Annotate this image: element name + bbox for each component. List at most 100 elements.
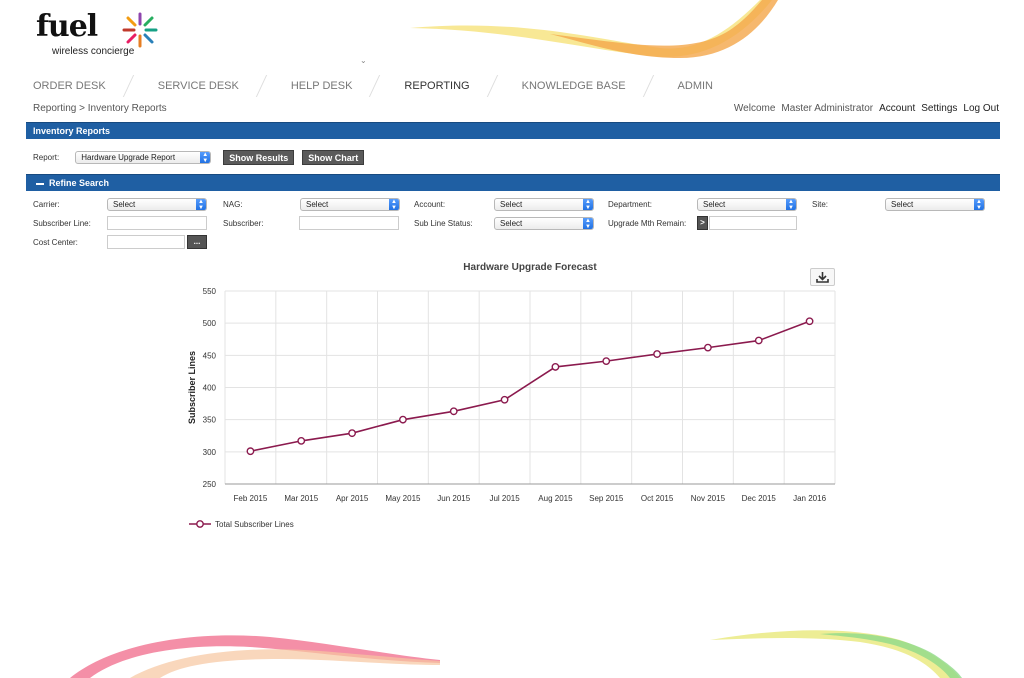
account-select-value: Select xyxy=(500,200,523,209)
site-select-value: Select xyxy=(891,200,914,209)
legend-label: Total Subscriber Lines xyxy=(215,520,294,529)
user-bar: Welcome Master Administrator Account Set… xyxy=(734,103,999,114)
account-select[interactable]: Select ▲ ▼ xyxy=(494,198,594,211)
cost-center-label: Cost Center: xyxy=(33,238,78,247)
select-arrows-icon: ▲ ▼ xyxy=(200,152,211,163)
nav-reporting[interactable]: REPORTING xyxy=(397,80,491,92)
data-point xyxy=(246,447,255,456)
y-tick-label: 250 xyxy=(203,480,217,489)
subscriber-input[interactable] xyxy=(299,216,399,230)
x-tick-label: Feb 2015 xyxy=(234,494,268,503)
site-label: Site: xyxy=(812,200,829,209)
data-point xyxy=(500,395,509,404)
subscriber-label: Subscriber: xyxy=(223,219,264,228)
site-select[interactable]: Select ▲ ▼ xyxy=(885,198,985,211)
select-arrows-icon: ▲ ▼ xyxy=(786,199,796,210)
fuel-logo[interactable]: fuel wireless concierge xyxy=(30,10,165,60)
x-tick-label: Apr 2015 xyxy=(336,494,369,503)
sub-line-status-label: Sub Line Status: xyxy=(414,219,473,228)
upgrade-mth-remain-input[interactable] xyxy=(709,216,797,230)
report-select-value: Hardware Upgrade Report xyxy=(81,153,176,162)
report-selector-row: Report: Hardware Upgrade Report ▲ ▼ Show … xyxy=(33,150,365,165)
data-point xyxy=(551,363,560,371)
select-arrows-icon: ▲ ▼ xyxy=(389,199,399,210)
data-point xyxy=(754,336,763,345)
select-arrows-icon: ▲ ▼ xyxy=(974,199,984,210)
y-tick-label: 550 xyxy=(203,287,217,296)
data-point xyxy=(653,350,661,358)
x-tick-label: May 2015 xyxy=(385,494,421,503)
subscriber-line-label: Subscriber Line: xyxy=(33,219,91,228)
user-name: Master Administrator xyxy=(781,103,874,114)
y-tick-label: 350 xyxy=(203,416,217,425)
data-point xyxy=(704,343,712,352)
breadcrumb: Reporting > Inventory Reports xyxy=(33,103,167,114)
x-tick-label: Dec 2015 xyxy=(742,494,777,503)
data-point xyxy=(602,357,611,366)
nav-help-desk[interactable]: HELP DESK xyxy=(284,80,375,92)
upgrade-mth-remain-label: Upgrade Mth Remain: xyxy=(608,219,687,228)
y-tick-label: 300 xyxy=(203,448,217,457)
nav-order-desk[interactable]: ORDER DESK xyxy=(26,80,128,92)
chart-title: Hardware Upgrade Forecast xyxy=(463,262,597,273)
section-header-refine-search[interactable]: Refine Search xyxy=(26,174,1000,191)
y-tick-label: 450 xyxy=(203,351,217,360)
nav-knowledge-base[interactable]: KNOWLEDGE BASE xyxy=(515,80,648,92)
main-nav: ORDER DESK SERVICE DESK HELP DESK REPORT… xyxy=(26,72,735,100)
settings-link[interactable]: Settings xyxy=(921,103,957,114)
y-tick-label: 500 xyxy=(203,319,217,328)
data-point xyxy=(297,436,306,445)
department-label: Department: xyxy=(608,200,653,209)
decorative-swoosh-bottom-left xyxy=(70,635,440,678)
nav-admin[interactable]: ADMIN xyxy=(671,80,735,92)
department-select-value: Select xyxy=(703,200,726,209)
welcome-text: Welcome xyxy=(733,103,776,114)
chevron-down-icon[interactable]: ⌄ xyxy=(360,56,367,65)
select-arrows-icon: ▲ ▼ xyxy=(196,199,206,210)
collapse-icon xyxy=(36,182,44,185)
decorative-swoosh-top xyxy=(410,0,778,58)
cost-center-input[interactable] xyxy=(107,235,185,249)
hardware-upgrade-forecast-chart: 250 300 350 400 450 500 550 Feb 2015 Mar 2015 Apr… xyxy=(187,287,836,529)
account-label: Account: xyxy=(414,200,446,209)
report-select[interactable]: Hardware Upgrade Report ▲ ▼ xyxy=(75,151,212,164)
upgrade-operator-button[interactable]: > xyxy=(697,216,708,230)
cost-center-browse-button[interactable]: ... xyxy=(187,235,207,249)
department-select[interactable]: Select ▲ ▼ xyxy=(697,198,797,211)
report-label: Report: xyxy=(33,153,60,162)
data-point xyxy=(449,407,458,416)
x-tick-label: Sep 2015 xyxy=(589,494,624,503)
sub-line-status-select-value: Select xyxy=(500,219,523,228)
nag-label: NAG: xyxy=(223,200,243,209)
decorative-swoosh-bottom-right xyxy=(710,630,962,678)
x-tick-label: Jan 2016 xyxy=(793,494,826,503)
show-results-button[interactable]: Show Results xyxy=(223,150,295,165)
y-tick-label: 400 xyxy=(203,384,217,393)
carrier-select-value: Select xyxy=(113,200,136,209)
legend-marker xyxy=(196,520,204,528)
data-point xyxy=(805,317,814,326)
x-tick-label: Jul 2015 xyxy=(489,494,520,503)
x-tick-label: Nov 2015 xyxy=(691,494,726,503)
account-link[interactable]: Account xyxy=(879,103,915,114)
logo-tagline: wireless concierge xyxy=(52,46,135,57)
x-tick-label: Jun 2015 xyxy=(437,494,470,503)
logo-wordmark: fuel xyxy=(36,9,98,44)
x-tick-label: Mar 2015 xyxy=(284,494,318,503)
refine-search-title: Refine Search xyxy=(49,178,110,188)
sub-line-status-select[interactable]: Select ▲ ▼ xyxy=(494,217,594,230)
nag-select[interactable]: Select ▲ ▼ xyxy=(300,198,400,211)
nav-service-desk[interactable]: SERVICE DESK xyxy=(151,80,261,92)
x-tick-label: Oct 2015 xyxy=(641,494,674,503)
subscriber-line-input[interactable] xyxy=(107,216,207,230)
show-chart-button[interactable]: Show Chart xyxy=(302,150,365,165)
select-arrows-icon: ▲ ▼ xyxy=(583,199,593,210)
x-tick-label: Aug 2015 xyxy=(538,494,573,503)
logo-arrow-burst-icon xyxy=(122,12,158,48)
carrier-select[interactable]: Select ▲ ▼ xyxy=(107,198,207,211)
data-point xyxy=(348,429,356,438)
y-axis-label: Subscriber Lines xyxy=(187,351,197,424)
carrier-label: Carrier: xyxy=(33,200,60,209)
data-point xyxy=(399,415,407,424)
logout-link[interactable]: Log Out xyxy=(963,103,999,114)
